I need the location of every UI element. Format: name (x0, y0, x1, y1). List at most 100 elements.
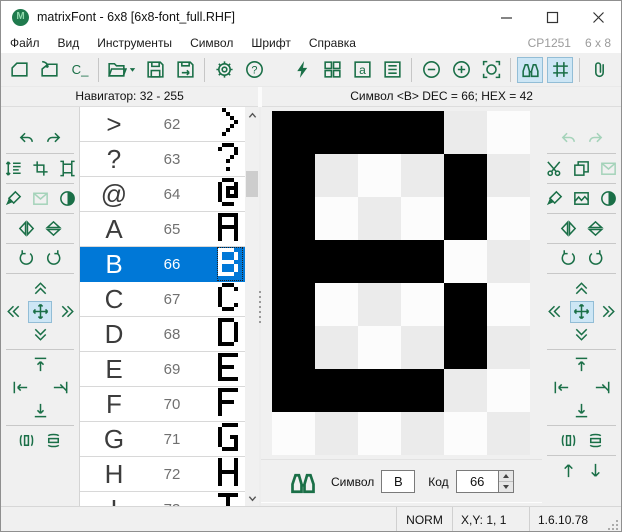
pixel-cell[interactable] (444, 326, 487, 369)
pixel-cell[interactable] (358, 197, 401, 240)
brush-button[interactable] (543, 188, 567, 210)
symbol-input[interactable] (381, 470, 415, 493)
character-row-66[interactable]: B66 (80, 247, 245, 282)
save-button[interactable] (142, 57, 168, 83)
character-row-70[interactable]: F70 (80, 387, 245, 422)
character-row-69[interactable]: E69 (80, 352, 245, 387)
canvas-size-button[interactable] (55, 158, 79, 180)
pixel-cell[interactable] (401, 111, 444, 154)
rotate-left-button[interactable] (15, 248, 39, 270)
pixel-cell[interactable] (487, 412, 530, 455)
undo-button[interactable] (15, 128, 39, 150)
pixel-cell[interactable] (315, 412, 358, 455)
pixel-cell[interactable] (358, 412, 401, 455)
snap-top-button[interactable] (28, 354, 52, 376)
prev-char-button[interactable] (556, 460, 580, 482)
pixel-cell[interactable] (444, 412, 487, 455)
rotate-left-button[interactable] (556, 248, 580, 270)
invert-button[interactable] (597, 188, 621, 210)
pixel-cell[interactable] (401, 369, 444, 412)
char-height-button[interactable] (1, 158, 25, 180)
pixel-cell[interactable] (272, 369, 315, 412)
center-horizontal-button[interactable] (556, 430, 580, 452)
menu-item-tools[interactable]: Инструменты (88, 34, 181, 52)
pixel-cell[interactable] (444, 111, 487, 154)
shift-up-button[interactable] (28, 278, 52, 300)
center-vertical-button[interactable] (42, 430, 66, 452)
pixel-cell[interactable] (487, 326, 530, 369)
pixel-cell[interactable] (315, 111, 358, 154)
open-button[interactable] (105, 57, 138, 83)
character-row-67[interactable]: C67 (80, 282, 245, 317)
pixel-cell[interactable] (272, 283, 315, 326)
pixel-cell[interactable] (444, 154, 487, 197)
flip-vertical-button[interactable] (42, 218, 66, 240)
pixel-cell[interactable] (444, 197, 487, 240)
shift-left-button[interactable] (543, 301, 567, 323)
pixel-cell[interactable] (358, 283, 401, 326)
grid-button[interactable] (547, 57, 573, 83)
shift-right-button[interactable] (597, 301, 621, 323)
character-row-72[interactable]: H72 (80, 457, 245, 492)
resize-grip[interactable] (609, 507, 621, 532)
cut-button[interactable] (543, 158, 567, 180)
pixel-cell[interactable] (487, 240, 530, 283)
shift-left-button[interactable] (1, 301, 25, 323)
pixel-cell[interactable] (272, 197, 315, 240)
menu-item-symbol[interactable]: Символ (181, 34, 242, 52)
flip-horizontal-button[interactable] (15, 218, 39, 240)
scroll-down-button[interactable] (245, 490, 259, 506)
pixel-cell[interactable] (272, 111, 315, 154)
zoom-in-button[interactable] (448, 57, 474, 83)
menu-item-view[interactable]: Вид (49, 34, 89, 52)
center-vertical-button[interactable] (583, 430, 607, 452)
pixel-cell[interactable] (315, 326, 358, 369)
character-row-73[interactable]: I73 (80, 492, 245, 506)
copy-button[interactable] (570, 158, 594, 180)
pixel-cell[interactable] (315, 283, 358, 326)
attach-button[interactable] (586, 57, 612, 83)
pixel-cell[interactable] (401, 197, 444, 240)
snap-right-button[interactable] (48, 377, 72, 399)
code-increment-button[interactable] (499, 471, 513, 482)
find-button[interactable] (517, 57, 543, 83)
menu-item-file[interactable]: Файл (1, 34, 49, 52)
shift-down-button[interactable] (570, 324, 594, 346)
rotate-right-button[interactable] (42, 248, 66, 270)
snap-bottom-button[interactable] (570, 400, 594, 422)
pixel-cell[interactable] (315, 154, 358, 197)
rotate-right-button[interactable] (583, 248, 607, 270)
pixel-cell[interactable] (358, 369, 401, 412)
redo-button[interactable] (42, 128, 66, 150)
generate-button[interactable] (289, 57, 315, 83)
code-view-button[interactable] (379, 57, 405, 83)
character-row-63[interactable]: ?63 (80, 142, 245, 177)
next-char-button[interactable] (583, 460, 607, 482)
pixel-cell[interactable] (401, 326, 444, 369)
pixel-cell[interactable] (487, 111, 530, 154)
char-map-button[interactable] (319, 57, 345, 83)
pixel-cell[interactable] (401, 240, 444, 283)
pixel-cell[interactable] (487, 369, 530, 412)
navigator-scrollbar[interactable] (245, 107, 259, 506)
menu-item-help[interactable]: Справка (300, 34, 365, 52)
settings-button[interactable] (211, 57, 237, 83)
shift-up-button[interactable] (570, 278, 594, 300)
move-button[interactable] (570, 301, 594, 323)
character-row-62[interactable]: >62 (80, 107, 245, 142)
close-button[interactable] (575, 1, 621, 33)
snap-bottom-button[interactable] (28, 400, 52, 422)
snap-left-button[interactable] (549, 377, 573, 399)
snap-top-button[interactable] (570, 354, 594, 376)
import-font-button[interactable] (36, 57, 62, 83)
pixel-cell[interactable] (272, 154, 315, 197)
save-as-button[interactable] (172, 57, 198, 83)
pixel-cell[interactable] (272, 412, 315, 455)
scrollbar-thumb[interactable] (246, 171, 258, 197)
minimize-button[interactable] (483, 1, 529, 33)
menu-item-font[interactable]: Шрифт (242, 34, 299, 52)
crop-button[interactable] (28, 158, 52, 180)
shift-right-button[interactable] (55, 301, 79, 323)
preview-text-button[interactable]: a (349, 57, 375, 83)
invert-button[interactable] (55, 188, 79, 210)
